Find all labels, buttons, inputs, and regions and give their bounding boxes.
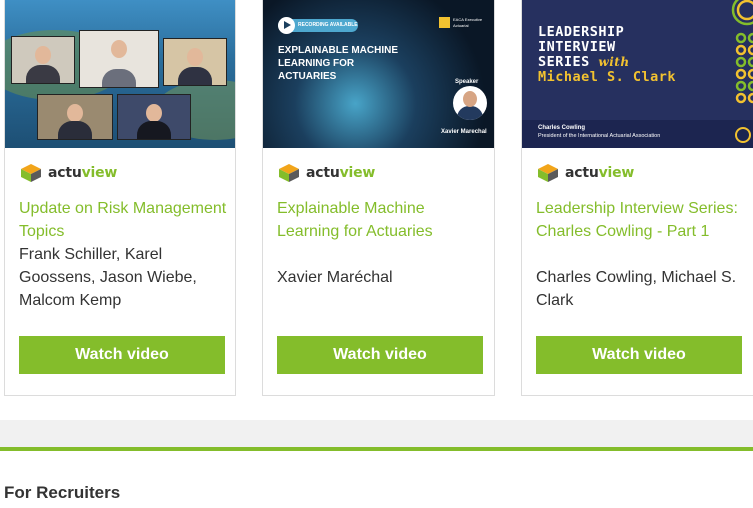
video-authors: Frank Schiller, Karel Goossens, Jason Wi…	[19, 246, 197, 309]
video-card: actuview Update on Risk Management Topic…	[4, 0, 236, 396]
decorative-rings-icon	[731, 0, 753, 104]
video-card: RECORDING AVAILABLE EACA Executive Actua…	[262, 0, 495, 396]
participant-tile	[163, 38, 227, 86]
logo-text: actuview	[306, 165, 376, 181]
actuview-logo-icon	[538, 164, 558, 182]
participant-tile	[11, 36, 75, 84]
org-name: EACA Executive Actuarial	[453, 17, 483, 28]
play-icon	[278, 17, 295, 34]
actuview-logo-icon	[279, 164, 299, 182]
video-title[interactable]: Update on Risk Management Topics	[19, 197, 227, 243]
speaker-name: Xavier Marechal	[441, 129, 487, 135]
video-authors: Charles Cowling, Michael S. Clark	[536, 269, 737, 309]
part-badge	[735, 127, 751, 143]
video-cards: actuview Update on Risk Management Topic…	[0, 0, 753, 400]
video-title[interactable]: Explainable Machine Learning for Actuari…	[277, 197, 486, 243]
watch-video-button[interactable]: Watch video	[536, 336, 742, 374]
guest-role: President of the International Actuarial…	[538, 133, 661, 139]
section-title: For Recruiters	[4, 483, 121, 502]
participant-tile	[79, 30, 159, 88]
actuview-logo-icon	[21, 164, 41, 182]
participant-tile	[37, 94, 113, 140]
logo-text: actuview	[565, 165, 635, 181]
participant-tile	[117, 94, 191, 140]
speaker-label: Speaker	[455, 79, 479, 85]
thumbnail-headline: LEADERSHIP INTERVIEW SERIES with Michael…	[538, 24, 677, 85]
eaca-logo-icon	[439, 17, 450, 28]
speaker-photo	[453, 86, 487, 120]
watch-video-button[interactable]: Watch video	[277, 336, 483, 374]
video-card: LEADERSHIP INTERVIEW SERIES with Michael…	[521, 0, 753, 396]
actuview-logo: actuview	[536, 163, 634, 183]
thumbnail-headline: EXPLAINABLE MACHINE LEARNING FOR ACTUARI…	[278, 45, 399, 82]
video-thumbnail[interactable]: RECORDING AVAILABLE EACA Executive Actua…	[263, 0, 494, 148]
guest-name: Charles Cowling	[538, 125, 586, 131]
video-thumbnail[interactable]	[5, 0, 235, 148]
watch-video-button[interactable]: Watch video	[19, 336, 225, 374]
video-title[interactable]: Leadership Interview Series: Charles Cow…	[536, 197, 752, 243]
section-divider	[0, 420, 753, 451]
actuview-logo: actuview	[277, 163, 375, 183]
actuview-logo: actuview	[19, 163, 117, 183]
logo-text: actuview	[48, 165, 118, 181]
video-thumbnail[interactable]: LEADERSHIP INTERVIEW SERIES with Michael…	[522, 0, 753, 148]
video-authors: Xavier Maréchal	[277, 269, 393, 286]
